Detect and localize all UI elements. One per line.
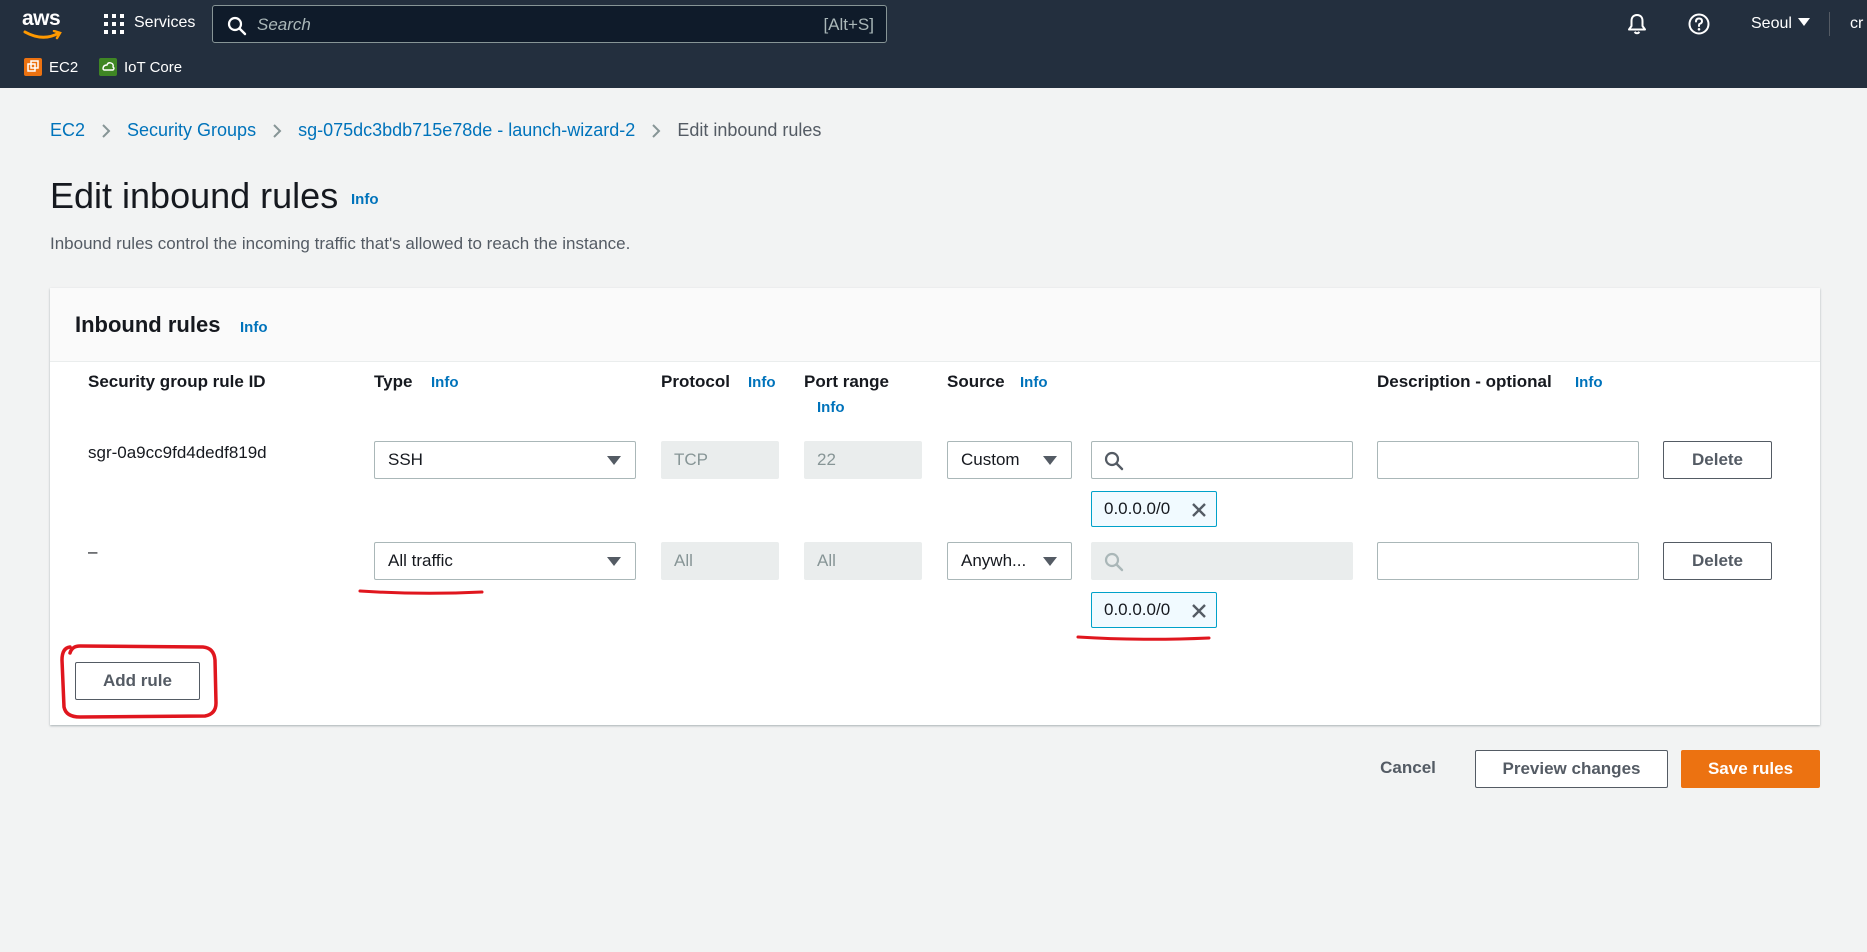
search-input[interactable]: Search [Alt+S] — [212, 5, 887, 43]
protocol-field: TCP — [661, 441, 779, 479]
port-range-field: 22 — [804, 441, 922, 479]
logo-text: aws — [22, 7, 61, 30]
port-range-field: All — [804, 542, 922, 580]
type-select[interactable]: All traffic — [374, 542, 636, 580]
iot-core-icon — [99, 58, 117, 76]
delete-button[interactable]: Delete — [1663, 441, 1772, 479]
favorite-iot-core[interactable]: IoT Core — [99, 58, 182, 76]
column-header-protocol: Protocol — [661, 372, 730, 391]
rule-id: sgr-0a9cc9fd4dedf819d — [88, 443, 267, 462]
ec2-icon — [24, 58, 42, 76]
inbound-rules-panel: Inbound rules Info Security group rule I… — [50, 288, 1820, 725]
services-menu[interactable]: Services — [134, 14, 195, 32]
type-value: SSH — [388, 450, 423, 469]
account-menu[interactable]: cr — [1850, 15, 1863, 33]
rule-id: – — [88, 542, 98, 561]
breadcrumb-ec2[interactable]: EC2 — [50, 120, 85, 141]
column-header-port-range: Port range — [804, 372, 890, 391]
panel-info-link[interactable]: Info — [240, 319, 268, 336]
preview-changes-button[interactable]: Preview changes — [1475, 750, 1668, 788]
help-icon[interactable] — [1687, 12, 1711, 36]
column-header-type: Type — [374, 372, 413, 391]
caret-down-icon — [607, 557, 621, 566]
cidr-token: 0.0.0.0/0 — [1091, 491, 1217, 527]
panel-header: Inbound rules Info — [50, 288, 1820, 362]
source-type-select[interactable]: Custom — [947, 441, 1072, 479]
breadcrumb: EC2 Security Groups sg-075dc3bdb715e78de… — [50, 120, 821, 141]
region-selector[interactable]: Seoul — [1751, 15, 1810, 33]
smile-icon — [23, 30, 62, 40]
chevron-down-icon — [1797, 18, 1810, 26]
breadcrumb-current: Edit inbound rules — [677, 120, 822, 140]
protocol-info-link[interactable]: Info — [748, 374, 776, 391]
close-icon[interactable] — [1190, 602, 1208, 620]
bell-icon[interactable] — [1625, 12, 1649, 36]
column-header-description: Description - optional — [1377, 372, 1552, 391]
description-input[interactable] — [1377, 542, 1639, 580]
search-shortcut: [Alt+S] — [823, 15, 874, 34]
source-type-value: Custom — [961, 450, 1020, 469]
grid-icon[interactable] — [104, 14, 124, 34]
column-header-rule-id: Security group rule ID — [88, 372, 266, 391]
save-rules-button[interactable]: Save rules — [1681, 750, 1820, 788]
top-navigation: aws Services Search [Alt+S] Seoul cr EC2 — [0, 0, 1867, 88]
add-rule-button[interactable]: Add rule — [75, 662, 200, 700]
source-search-input — [1091, 542, 1353, 580]
search-icon — [227, 16, 247, 36]
aws-logo[interactable]: aws — [22, 8, 66, 40]
description-input[interactable] — [1377, 441, 1639, 479]
page-title: Edit inbound rules — [50, 175, 339, 216]
description-info-link[interactable]: Info — [1575, 374, 1603, 391]
cidr-token: 0.0.0.0/0 — [1091, 592, 1217, 628]
caret-down-icon — [607, 456, 621, 465]
protocol-field: All — [661, 542, 779, 580]
favorite-ec2[interactable]: EC2 — [24, 58, 78, 76]
chevron-right-icon — [652, 123, 661, 138]
port-range-info-link[interactable]: Info — [817, 399, 845, 416]
column-header-source: Source — [947, 372, 1005, 391]
chevron-right-icon — [273, 123, 282, 138]
breadcrumb-security-group[interactable]: sg-075dc3bdb715e78de - launch-wizard-2 — [298, 120, 635, 141]
source-info-link[interactable]: Info — [1020, 374, 1048, 391]
cancel-button[interactable]: Cancel — [1368, 750, 1448, 788]
breadcrumb-security-groups[interactable]: Security Groups — [127, 120, 256, 141]
search-icon — [1104, 552, 1124, 572]
close-icon[interactable] — [1190, 501, 1208, 519]
chevron-right-icon — [102, 123, 111, 138]
type-value: All traffic — [388, 551, 453, 570]
cidr-value: 0.0.0.0/0 — [1104, 499, 1171, 518]
search-placeholder: Search — [257, 15, 311, 34]
source-type-value: Anywh... — [961, 551, 1027, 570]
panel-title: Inbound rules — [75, 312, 221, 337]
cidr-value: 0.0.0.0/0 — [1104, 600, 1171, 619]
nav-divider — [1829, 12, 1830, 36]
caret-down-icon — [1043, 557, 1057, 566]
source-type-select[interactable]: Anywh... — [947, 542, 1072, 580]
delete-button[interactable]: Delete — [1663, 542, 1772, 580]
type-select[interactable]: SSH — [374, 441, 636, 479]
source-search-input[interactable] — [1091, 441, 1353, 479]
region-label: Seoul — [1751, 15, 1792, 32]
caret-down-icon — [1043, 456, 1057, 465]
favorite-label: IoT Core — [124, 58, 183, 76]
page-description: Inbound rules control the incoming traff… — [50, 234, 631, 253]
type-info-link[interactable]: Info — [431, 374, 459, 391]
search-icon — [1104, 451, 1124, 471]
favorite-label: EC2 — [49, 58, 79, 76]
title-info-link[interactable]: Info — [351, 191, 379, 208]
